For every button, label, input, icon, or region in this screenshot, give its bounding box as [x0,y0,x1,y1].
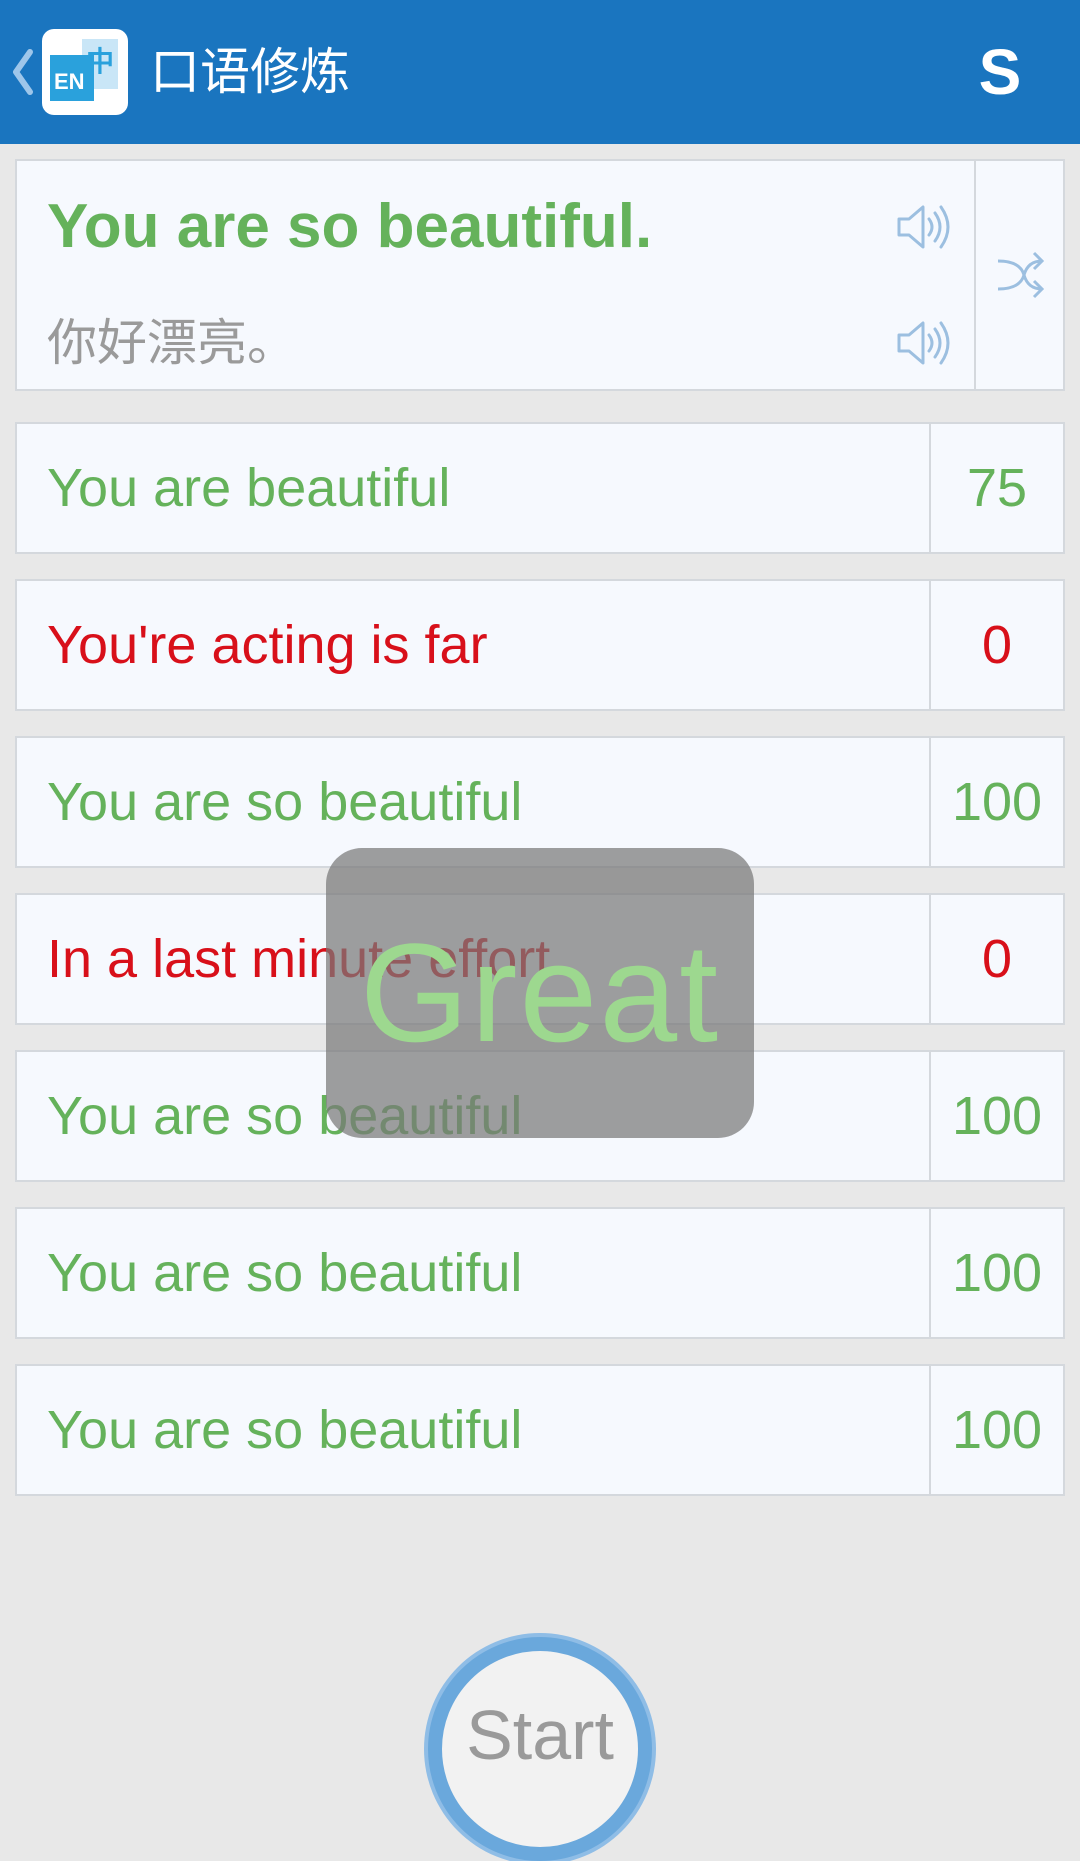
result-text: You are so beautiful [47,772,523,832]
result-row[interactable]: You are so beautiful 100 [15,1207,1065,1339]
result-row[interactable]: You are beautiful 75 [15,422,1065,554]
result-row[interactable]: You're acting is far 0 [15,579,1065,711]
result-score: 0 [929,581,1063,709]
app-logo[interactable]: EN 中 [42,29,128,115]
sentence-chinese: 你好漂亮。 [47,314,297,372]
feedback-toast: Great [326,848,754,1138]
result-text: You are so beautiful [47,1400,523,1460]
shuffle-button[interactable] [978,161,1063,389]
result-score: 100 [929,738,1063,866]
start-button-label: Start [466,1696,614,1774]
back-chevron-icon[interactable] [8,44,38,100]
result-text: You are beautiful [47,458,451,518]
header-action-button[interactable]: S [970,34,1030,110]
shuffle-icon [997,251,1045,299]
result-row[interactable]: You are so beautiful 100 [15,1364,1065,1496]
result-score: 100 [929,1366,1063,1494]
svg-text:EN: EN [54,69,85,94]
result-text: You are so beautiful [47,1243,523,1303]
result-score: 75 [929,424,1063,552]
app-title: 口语修炼 [150,43,350,101]
feedback-toast-text: Great [359,914,721,1071]
sentence-english: You are so beautiful. [47,192,653,261]
sentence-panel: You are so beautiful. 你好漂亮。 [17,161,976,389]
svg-text:中: 中 [86,45,114,78]
play-english-speaker-icon[interactable] [895,201,951,253]
play-chinese-speaker-icon[interactable] [895,317,951,369]
result-score: 0 [929,895,1063,1023]
result-score: 100 [929,1209,1063,1337]
result-text: You're acting is far [47,615,488,675]
sentence-card: You are so beautiful. 你好漂亮。 [15,159,1065,391]
app-logo-icon: EN 中 [50,39,118,101]
start-button[interactable]: Start [428,1637,652,1861]
result-score: 100 [929,1052,1063,1180]
app-header: EN 中 口语修炼 S [0,0,1080,144]
